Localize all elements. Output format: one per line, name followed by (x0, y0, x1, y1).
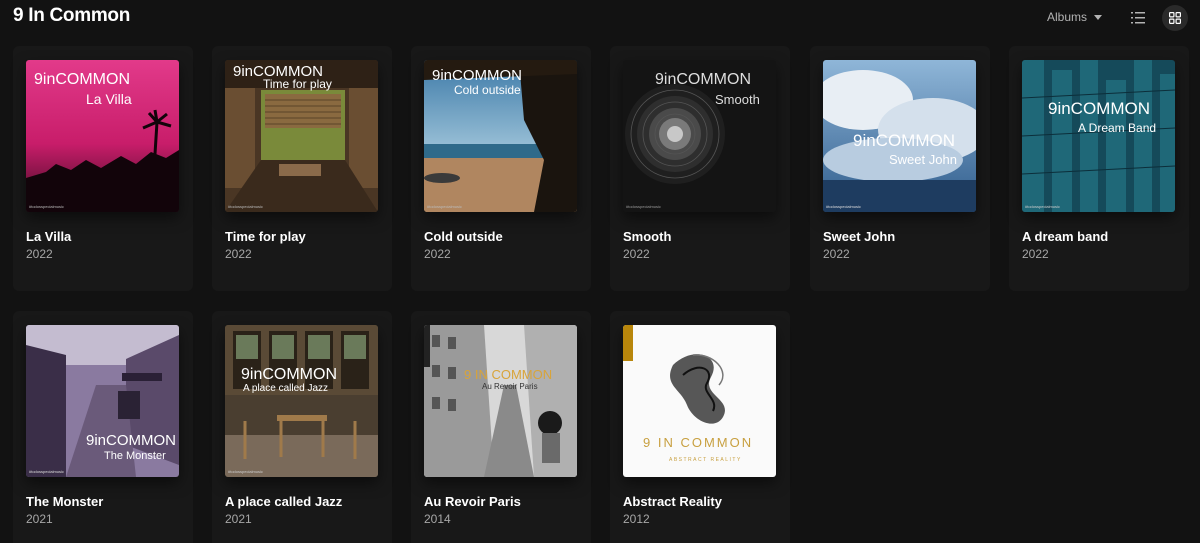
cover-artist-text: 9 IN COMMON (464, 367, 552, 382)
album-cover: 9inCOMMON A place called Jazz #todosspec… (225, 325, 378, 477)
album-card-time-for-play[interactable]: 9inCOMMON Time for play #todosspecialmus… (212, 46, 392, 291)
cover-artist-text: 9inCOMMON (655, 71, 751, 88)
album-card-au-revoir-paris[interactable]: 9 IN COMMON Au Revoir Paris Au Revoir Pa… (411, 311, 591, 543)
album-year: 2022 (1022, 247, 1049, 261)
album-card-a-dream-band[interactable]: 9inCOMMON A Dream Band #todosspecialmusi… (1009, 46, 1189, 291)
cover-artist-text: 9inCOMMON (86, 432, 176, 449)
cover-title-text: A place called Jazz (243, 383, 328, 394)
album-cover: 9inCOMMON Smooth #todosspecialmusic (623, 60, 776, 212)
album-year: 2022 (225, 247, 252, 261)
grid-view-button[interactable] (1162, 5, 1188, 31)
album-year: 2022 (823, 247, 850, 261)
cover-tag-text: #todosspecialmusic (1025, 204, 1060, 209)
grid-icon (1169, 12, 1181, 24)
album-cover: 9 IN COMMON Au Revoir Paris (424, 325, 577, 477)
cover-tag-text: #todosspecialmusic (626, 204, 661, 209)
album-title[interactable]: Time for play (225, 229, 385, 244)
album-year: 2021 (26, 512, 53, 526)
album-title[interactable]: A place called Jazz (225, 494, 385, 509)
page-title: 9 In Common (13, 5, 131, 26)
album-title[interactable]: Abstract Reality (623, 494, 783, 509)
album-year: 2012 (623, 512, 650, 526)
cover-artist-text: 9inCOMMON (1048, 99, 1150, 118)
album-year: 2014 (424, 512, 451, 526)
album-title[interactable]: Cold outside (424, 229, 584, 244)
album-title[interactable]: Au Revoir Paris (424, 494, 584, 509)
album-year: 2022 (623, 247, 650, 261)
cover-title-text: La Villa (86, 91, 132, 107)
album-card-the-monster[interactable]: 9inCOMMON The Monster #todosspecialmusic… (13, 311, 193, 543)
cover-title-text: The Monster (104, 450, 166, 462)
album-year: 2021 (225, 512, 252, 526)
list-view-button[interactable] (1128, 8, 1148, 28)
album-title[interactable]: La Villa (26, 229, 186, 244)
cover-title-text: ABSTRACT REALITY (669, 457, 742, 463)
cover-title-text: Time for play (263, 77, 332, 91)
album-cover: 9inCOMMON Cold outside #todosspecialmusi… (424, 60, 577, 212)
cover-title-text: A Dream Band (1078, 121, 1156, 135)
caret-down-icon (1094, 14, 1103, 20)
cover-tag-text: #todosspecialmusic (228, 204, 263, 209)
cover-artist-text: 9inCOMMON (853, 131, 955, 150)
album-title[interactable]: A dream band (1022, 229, 1182, 244)
album-cover: 9inCOMMON La Villa #todosspecialmusic (26, 60, 179, 212)
cover-title-text: Cold outside (454, 83, 521, 97)
cover-artist-text: 9 IN COMMON (643, 435, 753, 450)
album-card-la-villa[interactable]: 9inCOMMON La Villa #todosspecialmusic La… (13, 46, 193, 291)
cover-artist-text: 9inCOMMON (34, 71, 130, 88)
album-card-abstract-reality[interactable]: 9 IN COMMON ABSTRACT REALITY Abstract Re… (610, 311, 790, 543)
cover-tag-text: #todosspecialmusic (427, 204, 462, 209)
cover-tag-text: #todosspecialmusic (29, 204, 64, 209)
album-title[interactable]: Smooth (623, 229, 783, 244)
album-year: 2022 (26, 247, 53, 261)
album-card-cold-outside[interactable]: 9inCOMMON Cold outside #todosspecialmusi… (411, 46, 591, 291)
cover-title-text: Smooth (715, 92, 760, 107)
album-card-a-place-called-jazz[interactable]: 9inCOMMON A place called Jazz #todosspec… (212, 311, 392, 543)
sort-label: Albums (1047, 10, 1088, 24)
album-title[interactable]: Sweet John (823, 229, 983, 244)
album-year: 2022 (424, 247, 451, 261)
album-cover: 9inCOMMON A Dream Band #todosspecialmusi… (1022, 60, 1175, 212)
cover-tag-text: #todosspecialmusic (29, 469, 64, 474)
album-cover: 9 IN COMMON ABSTRACT REALITY (623, 325, 776, 477)
album-cover: 9inCOMMON Sweet John #todosspecialmusic (823, 60, 976, 212)
cover-title-text: Au Revoir Paris (482, 382, 538, 391)
cover-artist-text: 9inCOMMON (241, 366, 337, 383)
album-title[interactable]: The Monster (26, 494, 186, 509)
album-cover: 9inCOMMON The Monster #todosspecialmusic (26, 325, 179, 477)
album-card-smooth[interactable]: 9inCOMMON Smooth #todosspecialmusic Smoo… (610, 46, 790, 291)
album-cover: 9inCOMMON Time for play #todosspecialmus… (225, 60, 378, 212)
sort-dropdown[interactable]: Albums (1047, 10, 1103, 24)
cover-artist-text: 9inCOMMON (432, 67, 522, 84)
cover-tag-text: #todosspecialmusic (826, 204, 861, 209)
album-card-sweet-john[interactable]: 9inCOMMON Sweet John #todosspecialmusic … (810, 46, 990, 291)
list-icon (1131, 12, 1145, 24)
cover-title-text: Sweet John (889, 152, 957, 167)
page-header: 9 In Common Albums (0, 0, 1200, 36)
cover-tag-text: #todosspecialmusic (228, 469, 263, 474)
